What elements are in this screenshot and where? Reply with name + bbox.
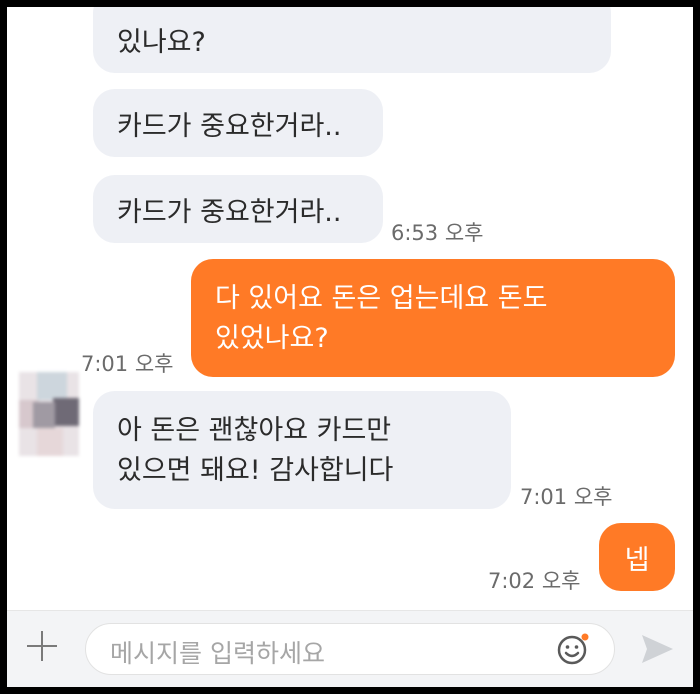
chat-window: 있나요? 카드가 중요한거라.. 카드가 중요한거라.. 6:53 오후 다 있… bbox=[7, 7, 693, 687]
message-input[interactable]: 메시지를 입력하세요 bbox=[85, 623, 615, 675]
message-timestamp: 7:01 오후 bbox=[81, 352, 174, 376]
message-text-line: 다 있어요 돈은 업는데요 돈도 bbox=[215, 283, 548, 314]
message-input-placeholder: 메시지를 입력하세요 bbox=[110, 639, 325, 668]
message-text: 카드가 중요한거라.. bbox=[117, 196, 342, 228]
message-bubble-incoming: 카드가 중요한거라.. bbox=[93, 175, 383, 243]
message-text: 카드가 중요한거라.. bbox=[117, 110, 342, 142]
message-bubble-incoming: 있나요? bbox=[93, 7, 611, 73]
message-text-line: 아 돈은 괜찮아요 카드만 bbox=[117, 415, 392, 446]
message-text-line: 있었나요? bbox=[215, 323, 329, 354]
message-bubble-outgoing: 다 있어요 돈은 업는데요 돈도 있었나요? bbox=[191, 259, 675, 377]
smiley-icon[interactable] bbox=[556, 632, 590, 666]
message-composer: 메시지를 입력하세요 bbox=[7, 610, 693, 687]
message-timestamp: 7:02 오후 bbox=[488, 569, 581, 593]
send-arrow-icon[interactable] bbox=[639, 631, 675, 667]
message-timestamp: 6:53 오후 bbox=[391, 221, 484, 245]
message-text-line: 있으면 돼요! 감사합니다 bbox=[117, 455, 394, 486]
message-bubble-incoming: 아 돈은 괜찮아요 카드만 있으면 돼요! 감사합니다 bbox=[93, 391, 511, 509]
avatar[interactable] bbox=[19, 372, 79, 456]
message-text: 있나요? bbox=[117, 27, 206, 58]
plus-icon[interactable] bbox=[27, 631, 57, 661]
message-timestamp: 7:01 오후 bbox=[520, 485, 613, 509]
message-bubble-incoming: 카드가 중요한거라.. bbox=[93, 89, 383, 157]
message-bubble-outgoing: 넵 bbox=[599, 523, 675, 591]
message-text: 넵 bbox=[624, 544, 650, 576]
